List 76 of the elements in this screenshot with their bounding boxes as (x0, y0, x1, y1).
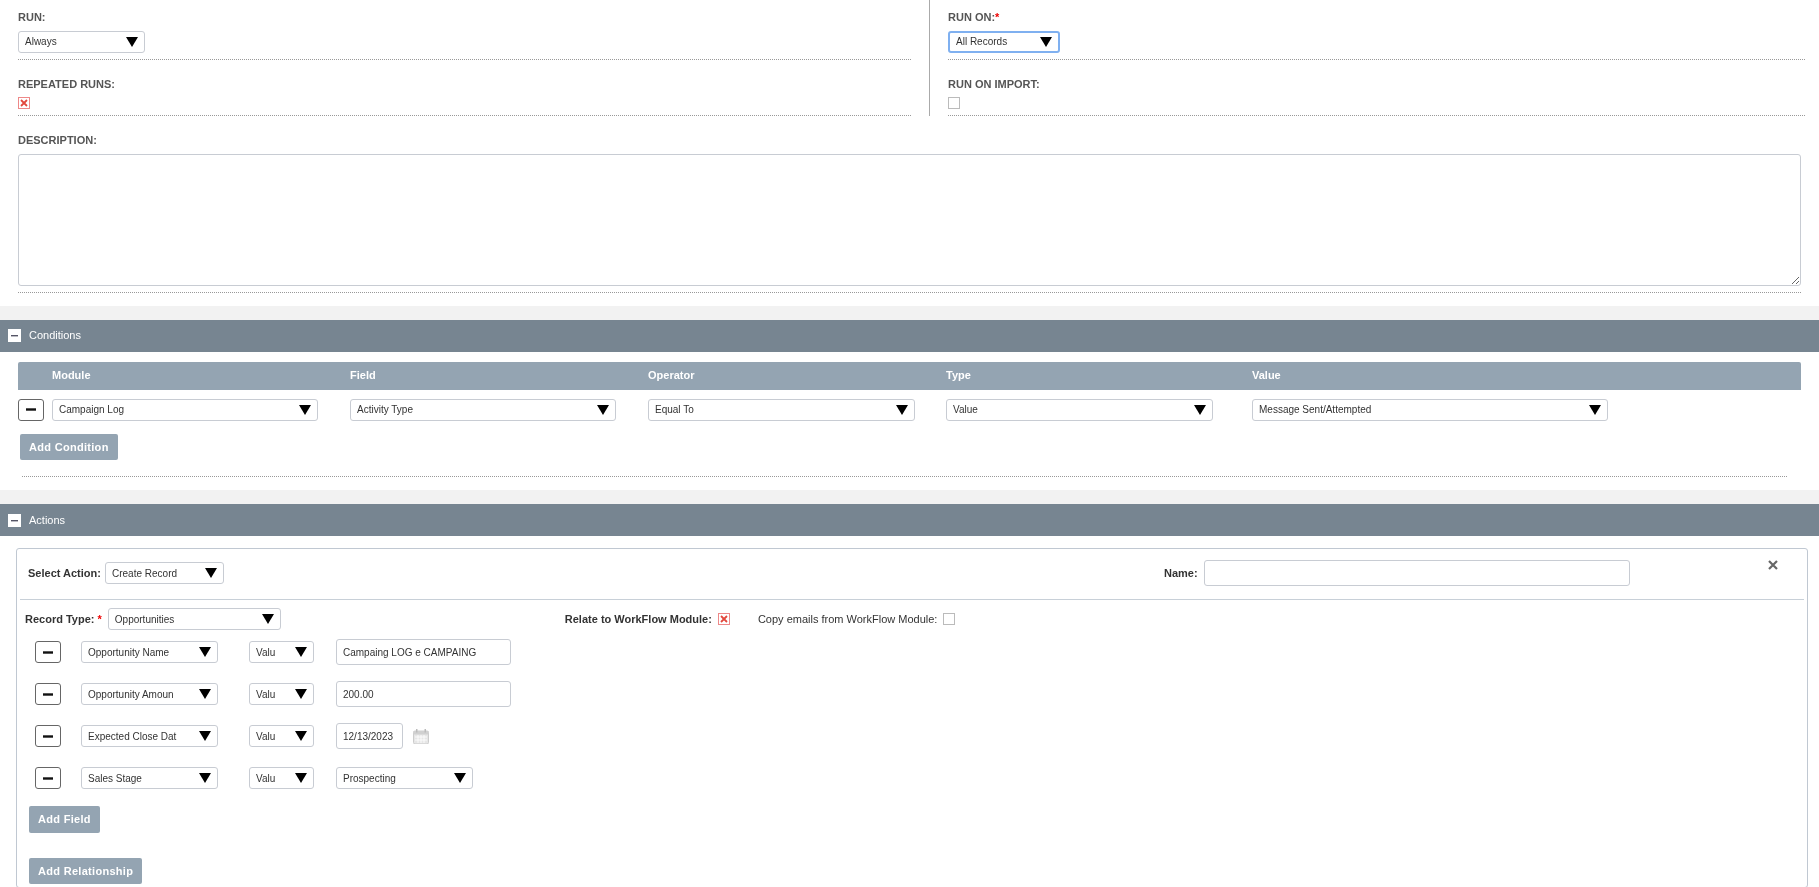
dropdown[interactable]: Valu (249, 767, 314, 789)
field-label: Record Type: * (25, 611, 102, 627)
caret-icon (295, 731, 307, 741)
dropdown[interactable]: Valu (249, 683, 314, 705)
dropdown[interactable]: Campaign Log (52, 398, 318, 421)
column-header: Field (350, 368, 377, 384)
section-title: Conditions (29, 328, 81, 344)
field-label: RUN: (18, 10, 46, 25)
remove-button[interactable] (35, 725, 61, 747)
remove-button[interactable] (35, 683, 61, 705)
field-label: REPEATED RUNS: (18, 76, 115, 92)
minus-icon (43, 734, 53, 738)
caret-icon (299, 404, 311, 415)
caret-icon (199, 773, 211, 783)
calendar-icon (413, 728, 429, 744)
caret-icon (199, 689, 211, 699)
field-label: RUN ON IMPORT: (948, 76, 1040, 92)
checkbox[interactable] (943, 613, 956, 625)
caret-icon (295, 689, 307, 699)
name-field[interactable] (1203, 560, 1630, 586)
field-label: Select Action: (28, 565, 102, 581)
checkbox[interactable] (948, 97, 960, 109)
checkbox[interactable] (18, 97, 30, 109)
dropdown[interactable]: Opportunities (107, 608, 281, 630)
dropdown[interactable]: Opportunity Amoun (81, 683, 218, 705)
caret-icon (1194, 404, 1206, 415)
caret-icon (454, 773, 466, 783)
section-title: Actions (29, 512, 66, 528)
dropdown[interactable]: Message Sent/Attempted (1252, 398, 1608, 421)
caret-icon (1040, 36, 1052, 47)
caret-icon (199, 647, 211, 657)
description-field[interactable] (18, 153, 1801, 286)
dropdown[interactable]: Activity Type (350, 398, 616, 421)
field-label: Copy emails from WorkFlow Module: (757, 611, 938, 627)
dropdown[interactable]: Sales Stage (81, 767, 218, 789)
dropdown[interactable]: Always (18, 30, 145, 53)
dropdown[interactable]: Valu (249, 641, 314, 663)
text-field[interactable]: Campaing LOG e CAMPAING (336, 639, 511, 665)
caret-icon (295, 647, 307, 657)
column-header: Operator (648, 368, 696, 384)
caret-icon (261, 614, 274, 624)
close-icon (1768, 560, 1778, 570)
checkbox[interactable] (717, 613, 730, 625)
dropdown[interactable]: Prospecting (336, 767, 473, 789)
dropdown[interactable]: Opportunity Name (81, 641, 218, 663)
caret-icon (597, 404, 609, 415)
caret-icon (1589, 404, 1601, 415)
caret-icon (199, 731, 211, 741)
dropdown[interactable]: Valu (249, 725, 314, 747)
minus-icon (26, 408, 36, 411)
field-label: Name: (1164, 565, 1198, 581)
text-field[interactable]: 200.00 (336, 681, 511, 707)
collapse-button[interactable] (8, 329, 21, 342)
caret-icon (295, 773, 307, 783)
dropdown[interactable]: Create Record (105, 562, 224, 584)
field-label: Relate to WorkFlow Module: (564, 611, 712, 627)
collapse-button[interactable] (8, 513, 21, 527)
remove-button[interactable] (35, 641, 61, 663)
caret-icon (896, 404, 908, 415)
dropdown[interactable]: Expected Close Dat (81, 725, 218, 747)
column-header: Type (946, 368, 972, 384)
caret-icon (205, 568, 217, 578)
caret-icon (126, 36, 138, 47)
column-header: Module (52, 368, 92, 384)
field-label: DESCRIPTION: (18, 133, 97, 148)
minus-icon (43, 650, 53, 654)
dropdown[interactable]: Value (946, 398, 1213, 421)
column-header: Value (1252, 368, 1282, 384)
dropdown[interactable]: Equal To (648, 398, 915, 421)
minus-icon (43, 692, 53, 696)
dropdown[interactable]: All Records (948, 30, 1060, 53)
remove-button[interactable] (18, 398, 44, 421)
minus-icon (43, 776, 53, 780)
remove-button[interactable] (35, 767, 61, 789)
date-field[interactable]: 12/13/2023 (336, 723, 403, 749)
field-label: RUN ON:* (948, 10, 1000, 25)
